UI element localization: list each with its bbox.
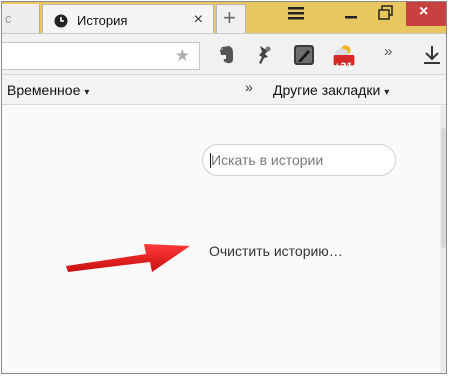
chevron-down-icon: ▾: [384, 87, 390, 98]
tab-previous-label: c: [5, 11, 12, 26]
tab-history[interactable]: История ×: [42, 4, 214, 34]
clock-icon: [54, 14, 68, 28]
weather-badge: +31: [334, 61, 353, 73]
bookmark-folder-label: Другие закладки: [273, 82, 381, 98]
bookmark-star-icon[interactable]: ★: [175, 46, 190, 66]
chevron-down-icon: ▾: [84, 87, 90, 98]
browser-window: c История × + × ★ +31 » Временное ▾ » Др…: [1, 1, 447, 374]
bookmark-folder-temporary[interactable]: Временное ▾: [7, 82, 89, 98]
bookmark-folder-other[interactable]: Другие закладки ▾: [273, 82, 389, 98]
new-tab-button[interactable]: +: [216, 4, 246, 33]
pen-icon[interactable]: [292, 43, 316, 67]
bulb-icon[interactable]: [252, 43, 276, 67]
evernote-icon[interactable]: [215, 43, 239, 67]
bookmarks-overflow-button[interactable]: »: [245, 79, 253, 95]
extensions-overflow-button[interactable]: »: [384, 43, 408, 67]
tab-title: История: [77, 13, 128, 28]
tab-previous[interactable]: c: [2, 4, 40, 33]
close-window-button[interactable]: ×: [406, 2, 446, 26]
tab-strip: c История × + ×: [2, 2, 446, 34]
scrollbar[interactable]: [440, 106, 446, 373]
history-search-input[interactable]: [202, 144, 396, 176]
plus-icon: +: [223, 5, 236, 30]
minimize-button[interactable]: [336, 2, 366, 26]
address-bar[interactable]: ★: [2, 42, 200, 70]
bookmark-folder-label: Временное: [7, 82, 81, 98]
restore-icon: [378, 5, 393, 20]
download-icon[interactable]: [420, 43, 444, 67]
text-cursor: [210, 153, 211, 168]
browser-menu-button[interactable]: [282, 2, 312, 26]
bookmarks-bar: Временное ▾ » Другие закладки ▾: [2, 75, 446, 105]
minimize-icon: [345, 16, 357, 19]
history-page: Очистить историю…: [2, 106, 446, 373]
close-icon: ×: [419, 3, 429, 20]
toolbar: ★ +31 »: [2, 33, 446, 75]
scrollbar-thumb[interactable]: [441, 128, 446, 248]
clear-history-link[interactable]: Очистить историю…: [209, 243, 343, 259]
tab-close-button[interactable]: ×: [194, 11, 203, 29]
hamburger-icon: [288, 7, 304, 20]
red-arrow-annotation: [66, 244, 190, 272]
restore-button[interactable]: [371, 2, 401, 26]
